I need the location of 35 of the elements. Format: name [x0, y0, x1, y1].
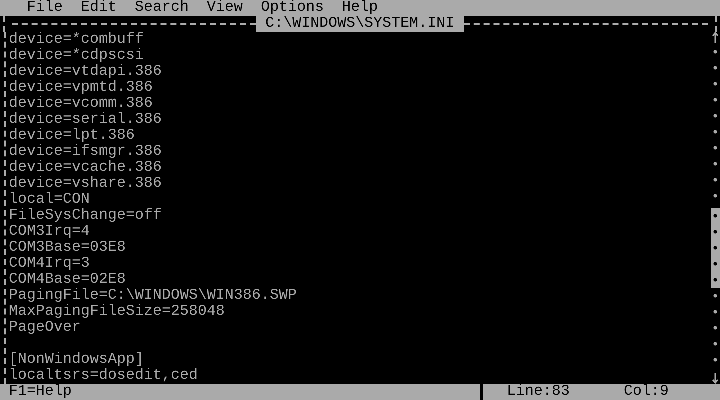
menu-item[interactable]: Help: [333, 0, 388, 16]
text-line: COM3Irq=4: [9, 223, 90, 240]
text-line: device=vtdapi.386: [9, 63, 162, 80]
text-line: device=vpmtd.386: [9, 79, 154, 96]
help-hint: F1=Help: [9, 384, 72, 400]
column-number: Col:9: [624, 384, 670, 400]
window-title: C:\WINDOWS\SYSTEM.INI: [256, 16, 464, 32]
text-line: device=vcache.386: [9, 159, 162, 176]
text-line: device=serial.386: [9, 111, 162, 128]
text-line: FileSysChange=off: [9, 207, 162, 224]
scrollbar[interactable]: [711, 32, 720, 384]
down-arrow-icon[interactable]: [712, 372, 719, 384]
menu-item[interactable]: File: [18, 0, 72, 16]
text-line: COM4Base=02E8: [9, 271, 126, 288]
text-line: PageOver: [9, 319, 82, 336]
text-line: PagingFile=C:\WINDOWS\WIN386.SWP: [9, 287, 298, 304]
up-arrow-icon[interactable]: [712, 32, 719, 44]
menu-item[interactable]: View: [198, 0, 252, 16]
text-line: device=*cdpscsi: [9, 47, 144, 64]
text-line: [NonWindowsApp]: [9, 351, 144, 368]
menu-item[interactable]: Search: [126, 0, 198, 16]
text-line: localtsrs=dosedit,ced: [9, 367, 198, 384]
line-number: Line:83: [507, 384, 570, 400]
text-line: device=vcomm.386: [9, 95, 154, 112]
text-line: device=ifsmgr.386: [9, 143, 162, 160]
text-line: COM3Base=03E8: [9, 239, 126, 256]
scrollbar-thumb[interactable]: [711, 208, 720, 288]
text-line: device=lpt.386: [9, 127, 136, 144]
text-line: local=CON: [9, 191, 90, 208]
menu-item[interactable]: Options: [252, 0, 334, 16]
text-line: device=vshare.386: [9, 175, 162, 192]
menu-item[interactable]: Edit: [72, 0, 126, 16]
text-line: device=*combuff: [9, 31, 144, 48]
text-line: COM4Irq=3: [9, 255, 90, 272]
text-line: MaxPagingFileSize=258048: [9, 303, 226, 320]
